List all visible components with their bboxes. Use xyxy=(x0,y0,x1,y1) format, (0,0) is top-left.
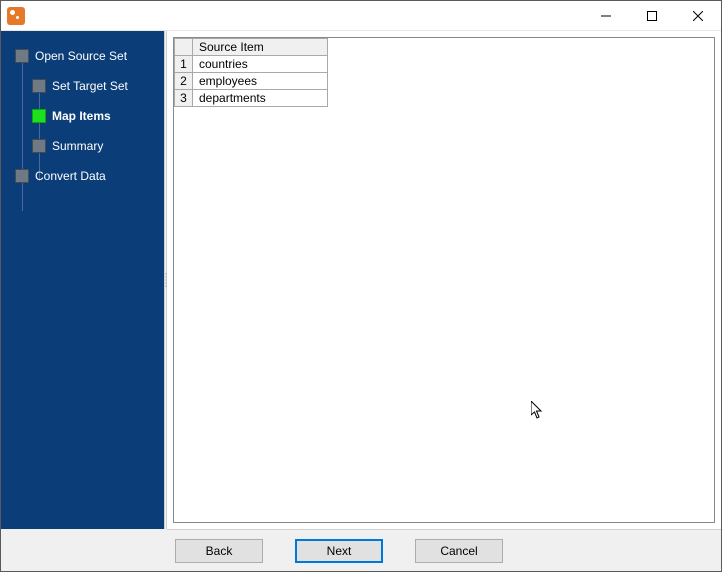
cancel-button[interactable]: Cancel xyxy=(415,539,503,563)
step-summary[interactable]: Summary xyxy=(1,131,164,161)
content-frame: Source Item 1 countries 2 employees 3 de… xyxy=(173,37,715,523)
wizard-window: Open Source Set Set Target Set Map Items… xyxy=(0,0,722,572)
next-button[interactable]: Next xyxy=(295,539,383,563)
step-label: Map Items xyxy=(52,109,111,123)
app-icon xyxy=(7,7,25,25)
source-item-cell[interactable]: departments xyxy=(193,90,328,107)
step-label: Summary xyxy=(52,139,103,153)
step-box-icon xyxy=(32,79,46,93)
table-corner xyxy=(175,39,193,56)
splitter-handle[interactable] xyxy=(164,31,167,529)
column-header-source-item[interactable]: Source Item xyxy=(193,39,328,56)
step-label: Set Target Set xyxy=(52,79,128,93)
step-open-source-set[interactable]: Open Source Set xyxy=(1,41,164,71)
minimize-button[interactable] xyxy=(583,1,629,30)
close-button[interactable] xyxy=(675,1,721,30)
footer: Back Next Cancel xyxy=(1,529,721,571)
back-button[interactable]: Back xyxy=(175,539,263,563)
source-items-table: Source Item 1 countries 2 employees 3 de… xyxy=(174,38,328,107)
step-box-icon xyxy=(15,49,29,63)
step-label: Open Source Set xyxy=(35,49,127,63)
source-item-cell[interactable]: countries xyxy=(193,56,328,73)
row-number: 3 xyxy=(175,90,193,107)
window-controls xyxy=(583,1,721,30)
step-box-icon xyxy=(32,109,46,123)
step-set-target-set[interactable]: Set Target Set xyxy=(1,71,164,101)
wizard-sidebar: Open Source Set Set Target Set Map Items… xyxy=(1,31,164,529)
step-box-icon xyxy=(32,139,46,153)
step-label: Convert Data xyxy=(35,169,106,183)
row-number: 1 xyxy=(175,56,193,73)
maximize-button[interactable] xyxy=(629,1,675,30)
table-row[interactable]: 2 employees xyxy=(175,73,328,90)
row-number: 2 xyxy=(175,73,193,90)
table-row[interactable]: 1 countries xyxy=(175,56,328,73)
source-item-cell[interactable]: employees xyxy=(193,73,328,90)
step-box-icon xyxy=(15,169,29,183)
table-row[interactable]: 3 departments xyxy=(175,90,328,107)
step-map-items[interactable]: Map Items xyxy=(1,101,164,131)
step-convert-data[interactable]: Convert Data xyxy=(1,161,164,191)
main-panel: Source Item 1 countries 2 employees 3 de… xyxy=(167,31,721,529)
titlebar xyxy=(1,1,721,31)
body: Open Source Set Set Target Set Map Items… xyxy=(1,31,721,529)
